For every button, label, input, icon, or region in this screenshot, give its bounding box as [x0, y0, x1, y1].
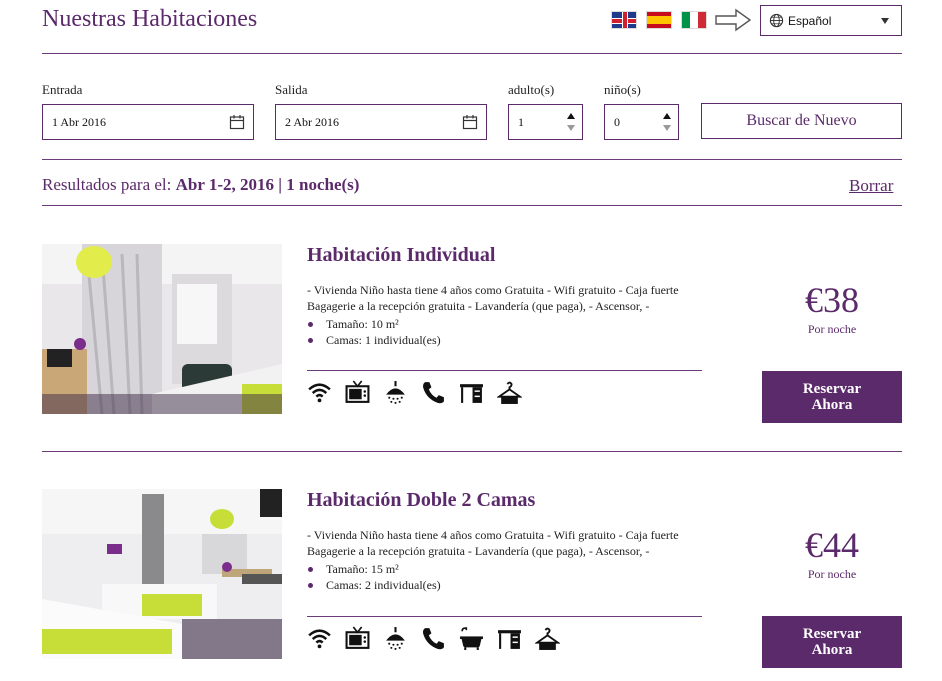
divider: [307, 370, 702, 371]
room-description: - Vivienda Niño hasta tiene 4 años como …: [307, 527, 727, 559]
divider: [42, 159, 902, 160]
room-description-line: - Vivienda Niño hasta tiene 4 años como …: [307, 528, 679, 542]
desk-icon: [498, 630, 521, 649]
adults-stepper[interactable]: 1: [508, 104, 583, 140]
children-value: 0: [614, 114, 620, 129]
phone-icon: [422, 628, 444, 650]
room-facts: Tamaño: 15 m² Camas: 2 individual(es): [307, 561, 441, 593]
book-now-button[interactable]: Reservar Ahora: [762, 616, 902, 668]
calendar-icon[interactable]: [462, 114, 478, 130]
language-select[interactable]: Español: [760, 5, 902, 36]
hanger-icon: [497, 381, 522, 404]
chevron-down-icon: [881, 18, 889, 24]
room-beds: Camas: 2 individual(es): [307, 577, 441, 593]
room-size: Tamaño: 15 m²: [307, 561, 441, 577]
adults-label: adulto(s): [508, 82, 555, 97]
divider: [42, 53, 902, 54]
bathtub-icon: [460, 627, 483, 650]
shower-icon: [386, 381, 405, 404]
room-price: €44: [805, 525, 859, 565]
room-photo[interactable]: [42, 244, 282, 414]
phone-icon: [422, 382, 444, 404]
wifi-icon: [308, 383, 331, 403]
room-title[interactable]: Habitación Individual: [307, 244, 495, 267]
spain-flag-icon[interactable]: [646, 11, 672, 29]
book-now-label: Reservar: [802, 626, 862, 642]
room-price: €38: [805, 280, 859, 320]
calendar-icon[interactable]: [229, 114, 245, 130]
search-again-button[interactable]: Buscar de Nuevo: [701, 103, 902, 139]
book-now-button[interactable]: Reservar Ahora: [762, 371, 902, 423]
room-title[interactable]: Habitación Doble 2 Camas: [307, 489, 535, 512]
room-description: - Vivienda Niño hasta tiene 4 años como …: [307, 282, 727, 314]
price-per-night-label: Por noche: [807, 567, 857, 581]
checkout-field[interactable]: 2 Abr 2016: [275, 104, 487, 140]
room-beds: Camas: 1 individual(es): [307, 332, 441, 348]
checkout-value: 2 Abr 2016: [285, 114, 339, 129]
checkout-label: Salida: [275, 82, 308, 97]
children-label: niño(s): [604, 82, 641, 97]
price-per-night-label: Por noche: [807, 322, 857, 336]
italy-flag-icon[interactable]: [681, 11, 707, 29]
adults-value: 1: [518, 114, 524, 129]
tv-icon: [345, 626, 370, 649]
page-title: Nuestras Habitaciones: [42, 6, 258, 32]
hanger-icon: [535, 627, 560, 650]
checkin-value: 1 Abr 2016: [52, 114, 106, 129]
children-stepper[interactable]: 0: [604, 104, 679, 140]
stepper-arrows-icon[interactable]: [662, 111, 672, 133]
results-summary: Resultados para el: Abr 1-2, 2016 | 1 no…: [42, 175, 359, 195]
checkin-field[interactable]: 1 Abr 2016: [42, 104, 254, 140]
language-value: Español: [788, 13, 832, 28]
book-now-label: Ahora: [811, 642, 853, 658]
book-now-label: Reservar: [802, 381, 862, 397]
room-photo[interactable]: [42, 489, 282, 659]
amenities-list: [307, 626, 560, 652]
divider: [42, 205, 902, 206]
results-prefix: Resultados para el:: [42, 175, 172, 194]
checkin-label: Entrada: [42, 82, 83, 97]
amenities-list: [307, 380, 522, 406]
room-size: Tamaño: 10 m²: [307, 316, 441, 332]
room-description-line: Bagagerie a la recepción gratuita - Lava…: [307, 299, 650, 313]
arrow-right-icon: [715, 8, 752, 32]
divider: [42, 451, 902, 452]
wifi-icon: [308, 629, 331, 649]
shower-icon: [386, 627, 405, 650]
desk-icon: [460, 384, 483, 403]
results-dates: Abr 1-2, 2016: [175, 175, 274, 194]
clear-link[interactable]: Borrar: [849, 176, 893, 196]
stepper-arrows-icon[interactable]: [566, 111, 576, 133]
divider: [307, 616, 702, 617]
room-description-line: Bagagerie a la recepción gratuita - Lava…: [307, 544, 650, 558]
room-description-line: - Vivienda Niño hasta tiene 4 años como …: [307, 283, 679, 297]
room-facts: Tamaño: 10 m² Camas: 1 individual(es): [307, 316, 441, 348]
results-separator: |: [278, 175, 282, 194]
globe-icon: [769, 13, 784, 28]
book-now-label: Ahora: [811, 397, 853, 413]
tv-icon: [345, 380, 370, 403]
uk-flag-icon[interactable]: [611, 11, 637, 29]
results-nights: 1 noche(s): [286, 175, 360, 194]
